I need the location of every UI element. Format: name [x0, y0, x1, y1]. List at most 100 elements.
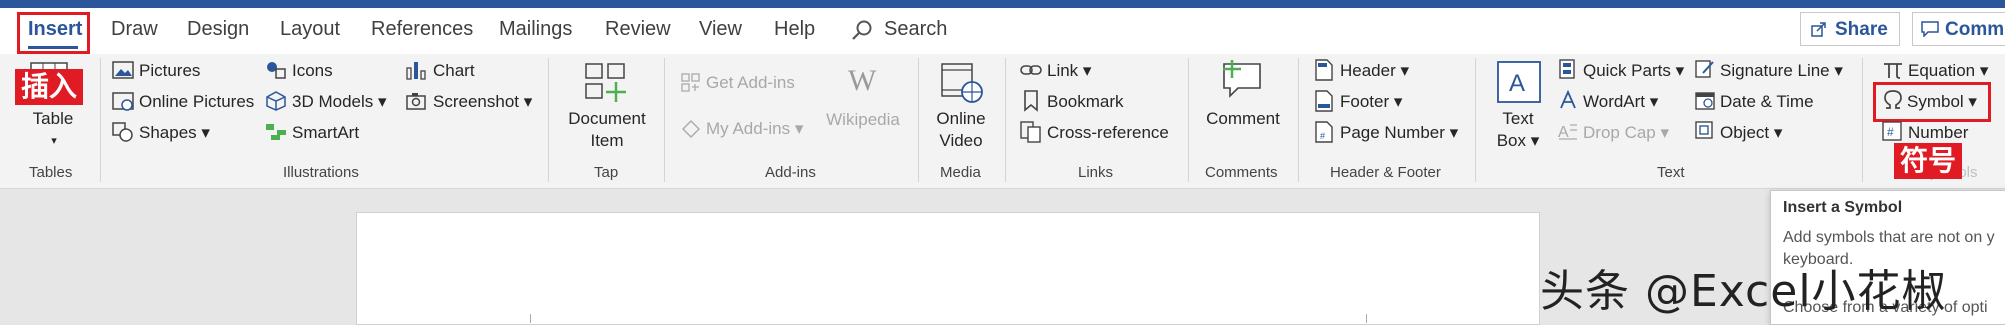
group-label-links: Links: [1078, 164, 1114, 181]
share-button[interactable]: Share: [1800, 12, 1900, 46]
symbol-highlight-box: [1873, 82, 1991, 122]
document-item-line2[interactable]: Item: [562, 130, 652, 152]
text-box-button[interactable]: Box ▾: [1488, 130, 1548, 152]
wikipedia-icon: W: [848, 64, 877, 97]
screenshot-label: Screenshot: [433, 92, 519, 111]
wordart-button[interactable]: WordArt ▾: [1583, 92, 1658, 112]
pictures-button[interactable]: Pictures: [139, 61, 200, 81]
smartart-button[interactable]: SmartArt: [292, 123, 359, 143]
shapes-icon: [112, 122, 133, 142]
page-number-button[interactable]: Page Number ▾: [1340, 123, 1458, 143]
pictures-icon: [112, 61, 134, 79]
tab-help[interactable]: Help: [774, 18, 815, 41]
group-separator: [548, 58, 549, 182]
group-separator: [1475, 58, 1476, 182]
wikipedia-button[interactable]: Wikipedia: [820, 109, 906, 131]
text-box-line2: Box: [1496, 131, 1527, 150]
comments-button[interactable]: Comm: [1912, 12, 2005, 46]
document-item-icon: [585, 63, 626, 102]
group-label-illustrations: Illustrations: [283, 164, 359, 181]
search-label[interactable]: Search: [884, 18, 947, 41]
tab-review[interactable]: Review: [605, 18, 671, 41]
shapes-button[interactable]: Shapes ▾: [139, 123, 210, 143]
number-icon: #: [1882, 121, 1902, 141]
group-label-text: Text: [1657, 164, 1685, 181]
signature-line-label: Signature Line: [1720, 61, 1830, 80]
get-add-ins-button[interactable]: Get Add-ins: [706, 73, 795, 93]
my-add-ins-label: My Add-ins: [706, 119, 791, 138]
date-time-button[interactable]: Date & Time: [1720, 92, 1814, 112]
signature-line-icon: [1695, 60, 1714, 78]
3d-models-icon: [266, 91, 286, 111]
tooltip-title: Insert a Symbol: [1783, 199, 1903, 216]
footer-icon: [1315, 90, 1333, 112]
smartart-icon: [266, 124, 286, 140]
watermark-text: 头条 @Excel小花椒: [1540, 266, 1947, 317]
group-separator: [1188, 58, 1189, 182]
header-icon: [1315, 59, 1333, 81]
group-label-media: Media: [940, 164, 981, 181]
text-box-line1[interactable]: Text: [1488, 108, 1548, 130]
object-button[interactable]: Object ▾: [1720, 123, 1782, 143]
tooltip-line-1: Add symbols that are not on y: [1783, 229, 1995, 246]
tab-layout[interactable]: Layout: [280, 18, 340, 41]
table-button[interactable]: Table: [30, 108, 76, 130]
tab-draw[interactable]: Draw: [111, 18, 158, 41]
group-label-header-footer: Header & Footer: [1330, 164, 1441, 181]
online-pictures-button[interactable]: Online Pictures: [139, 92, 254, 112]
insert-tab-highlight-box: [17, 12, 90, 54]
header-button[interactable]: Header ▾: [1340, 61, 1409, 81]
title-bar-strip: [0, 0, 2005, 8]
equation-pi-icon: [1884, 63, 1902, 79]
cross-reference-button[interactable]: Cross-reference: [1047, 123, 1169, 143]
bookmark-icon: [1024, 90, 1038, 112]
tab-references[interactable]: References: [371, 18, 473, 41]
quick-parts-label: Quick Parts: [1583, 61, 1671, 80]
icons-icon: [267, 62, 286, 79]
bookmark-button[interactable]: Bookmark: [1047, 92, 1124, 112]
footer-button[interactable]: Footer ▾: [1340, 92, 1402, 112]
search-icon[interactable]: [850, 19, 874, 43]
number-button[interactable]: Number: [1908, 123, 1968, 143]
quick-parts-button[interactable]: Quick Parts ▾: [1583, 61, 1684, 81]
page-number-label: Page Number: [1340, 123, 1445, 142]
screenshot-button[interactable]: Screenshot ▾: [433, 92, 532, 112]
object-icon: [1695, 121, 1713, 139]
document-item-line1[interactable]: Document: [562, 108, 652, 130]
online-video-line2[interactable]: Video: [926, 130, 996, 152]
chart-button[interactable]: Chart: [433, 61, 475, 81]
date-time-icon: [1695, 92, 1715, 110]
table-dropdown-arrow[interactable]: ▾: [44, 130, 64, 152]
cross-reference-icon: [1020, 121, 1041, 143]
group-label-comments: Comments: [1205, 164, 1278, 181]
drop-cap-button[interactable]: Drop Cap ▾: [1583, 123, 1669, 143]
symbol-annotation-label: 符号: [1894, 143, 1963, 179]
screenshot-icon: [406, 93, 426, 110]
tab-design[interactable]: Design: [187, 18, 249, 41]
insert-annotation-label: 插入: [15, 69, 84, 105]
ribbon-tab-row: Insert Draw Design Layout References Mai…: [0, 8, 2005, 54]
online-video-line1[interactable]: Online: [926, 108, 996, 130]
document-page[interactable]: [356, 212, 1540, 325]
signature-line-button[interactable]: Signature Line ▾: [1720, 61, 1843, 81]
group-label-tables: Tables: [29, 164, 73, 181]
my-add-ins-button[interactable]: My Add-ins ▾: [706, 119, 803, 139]
online-pictures-icon: [112, 92, 134, 111]
footer-label: Footer: [1340, 92, 1390, 111]
icons-button[interactable]: Icons: [292, 61, 333, 81]
tab-mailings[interactable]: Mailings: [499, 18, 572, 41]
equation-button[interactable]: Equation ▾: [1908, 61, 1988, 81]
object-label: Object: [1720, 123, 1770, 142]
share-icon: [1811, 22, 1826, 37]
share-label: Share: [1835, 19, 1888, 40]
group-separator: [1005, 58, 1006, 182]
link-button[interactable]: Link ▾: [1047, 61, 1091, 81]
3d-models-label: 3D Models: [292, 92, 374, 111]
comment-button[interactable]: Comment: [1198, 108, 1288, 130]
3d-models-button[interactable]: 3D Models ▾: [292, 92, 387, 112]
new-comment-icon: [1223, 60, 1261, 98]
svg-text:A: A: [1509, 70, 1525, 97]
tab-view[interactable]: View: [699, 18, 742, 41]
drop-cap-label: Drop Cap: [1583, 123, 1656, 142]
online-video-icon: [941, 63, 983, 103]
